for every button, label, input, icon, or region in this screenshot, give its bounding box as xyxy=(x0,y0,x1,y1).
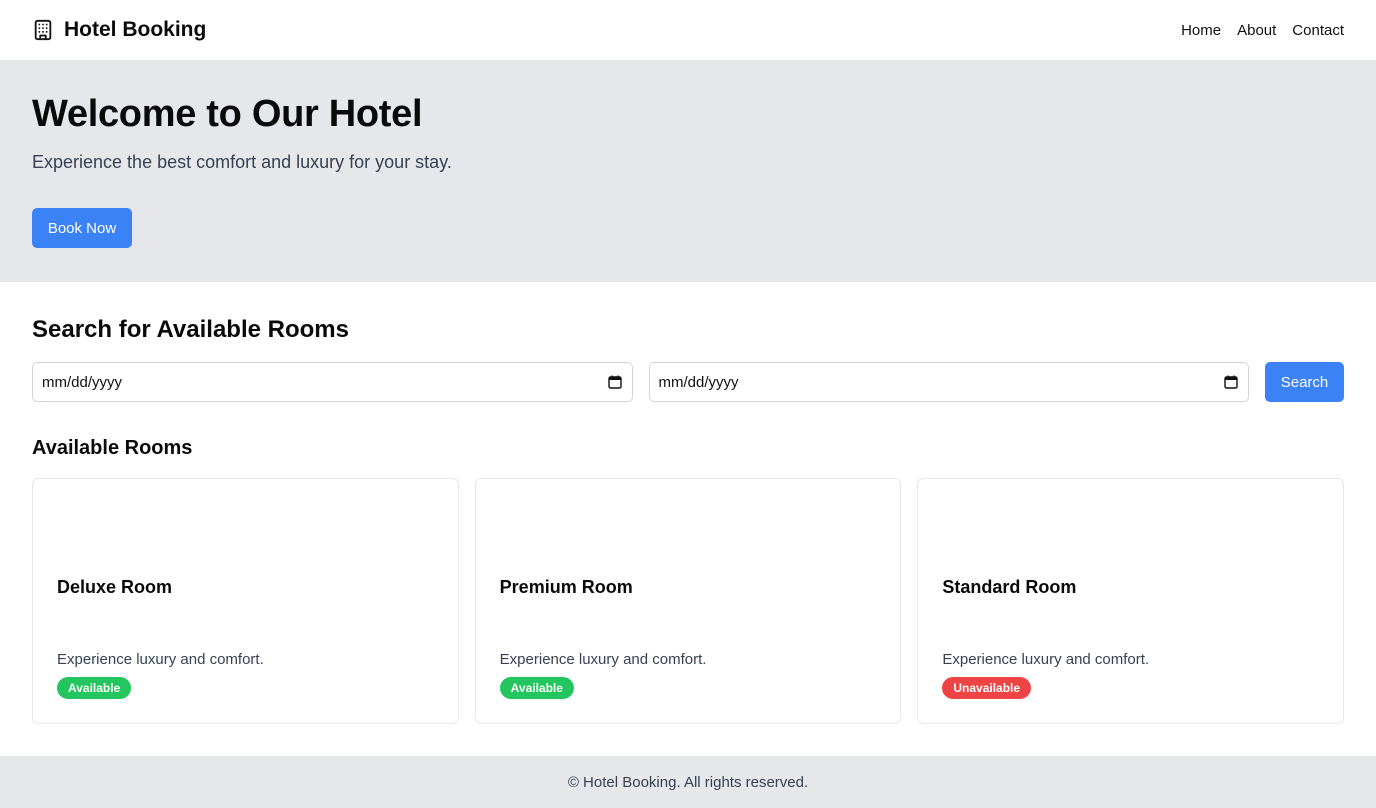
check-out-date-value: mm/dd/yyyy xyxy=(658,373,739,391)
site-title: Hotel Booking xyxy=(64,18,207,41)
status-badge: Unavailable xyxy=(942,677,1032,699)
copyright-text: © Hotel Booking. All rights reserved. xyxy=(567,773,809,791)
status-badge: Available xyxy=(57,677,132,699)
room-name: Deluxe Room xyxy=(57,577,173,597)
rooms-section: Available Rooms Deluxe Room Experience l… xyxy=(0,402,1376,724)
check-in-date-input[interactable]: mm/dd/yyyy xyxy=(32,362,633,402)
site-footer: © Hotel Booking. All rights reserved. xyxy=(0,756,1376,808)
building-icon xyxy=(32,19,54,41)
brand[interactable]: Hotel Booking xyxy=(32,18,206,42)
hero-subtitle: Experience the best comfort and luxury f… xyxy=(32,152,452,172)
room-name: Standard Room xyxy=(942,577,1077,597)
search-button[interactable]: Search xyxy=(1265,362,1344,402)
room-card-standard[interactable]: Standard Room Experience luxury and comf… xyxy=(917,478,1345,724)
nav-link-home[interactable]: Home xyxy=(1181,22,1221,39)
room-description: Experience luxury and comfort. xyxy=(942,651,1150,668)
room-description: Experience luxury and comfort. xyxy=(499,651,707,668)
book-now-button[interactable]: Book Now xyxy=(32,208,132,248)
room-card-deluxe[interactable]: Deluxe Room Experience luxury and comfor… xyxy=(32,478,459,724)
hero-section: Welcome to Our Hotel Experience the best… xyxy=(0,60,1376,282)
main-nav: Home About Contact xyxy=(1181,22,1344,39)
site-header: Hotel Booking Home About Contact xyxy=(0,0,1376,60)
nav-link-about[interactable]: About xyxy=(1237,22,1276,39)
room-name: Premium Room xyxy=(499,577,633,597)
room-description: Experience luxury and comfort. xyxy=(57,651,264,668)
room-card-premium[interactable]: Premium Room Experience luxury and comfo… xyxy=(474,478,902,724)
hero-title: Welcome to Our Hotel xyxy=(32,93,423,135)
rooms-title: Available Rooms xyxy=(32,437,193,459)
search-section: Search for Available Rooms mm/dd/yyyy mm… xyxy=(0,282,1376,402)
search-form: mm/dd/yyyy mm/dd/yyyy Search xyxy=(32,362,1344,402)
search-title: Search for Available Rooms xyxy=(32,316,349,343)
calendar-icon[interactable] xyxy=(1224,375,1238,389)
nav-link-contact[interactable]: Contact xyxy=(1292,22,1344,39)
calendar-icon[interactable] xyxy=(607,375,622,389)
rooms-grid: Deluxe Room Experience luxury and comfor… xyxy=(32,478,1345,724)
check-in-date-value: mm/dd/yyyy xyxy=(42,373,123,391)
check-out-date-input[interactable]: mm/dd/yyyy xyxy=(648,362,1249,402)
status-badge: Available xyxy=(499,677,574,699)
